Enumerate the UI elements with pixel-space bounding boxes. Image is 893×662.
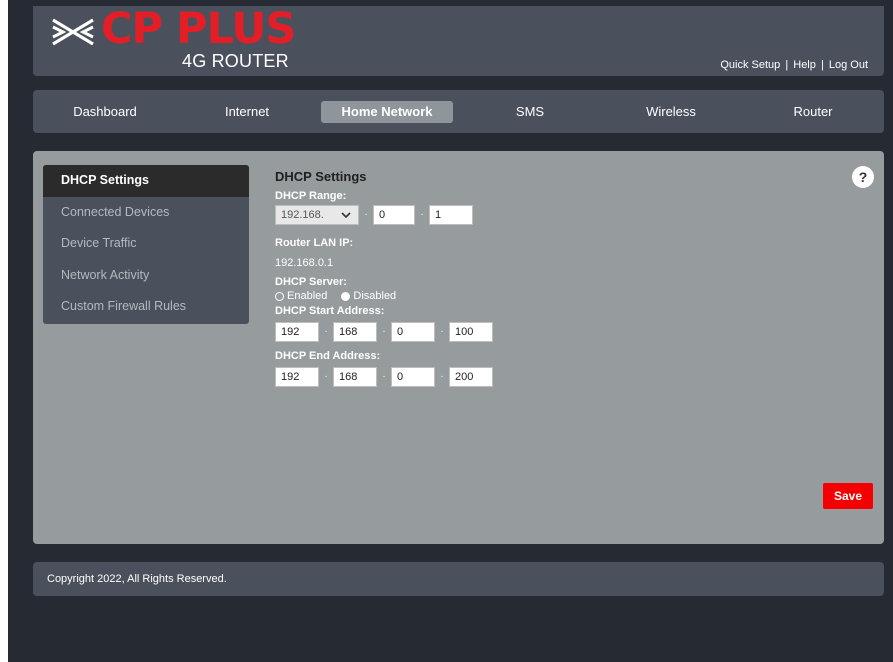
octet-separator: · — [440, 371, 444, 382]
sidebar-item-connected-devices[interactable]: Connected Devices — [43, 197, 249, 229]
dhcp-server-disabled-radio[interactable] — [341, 291, 351, 301]
nav-home-network[interactable]: Home Network — [321, 101, 453, 123]
dhcp-range-select[interactable]: 192.168. — [275, 205, 359, 225]
dhcp-start-octet1-input[interactable]: 192 — [275, 322, 319, 342]
dhcp-server-enabled-label: Enabled — [287, 290, 328, 302]
octet-separator: · — [324, 326, 328, 337]
dhcp-start-octet4-input[interactable]: 100 — [449, 322, 493, 342]
help-button[interactable]: ? — [852, 166, 874, 188]
chevron-down-icon — [341, 212, 351, 219]
octet-separator: · — [420, 209, 424, 220]
router-lan-ip-value: 192.168.0.1 — [275, 257, 334, 269]
link-separator: | — [820, 59, 824, 71]
dhcp-range-label: DHCP Range: — [275, 190, 347, 202]
dhcp-range-octet3-input[interactable]: 0 — [373, 205, 415, 225]
dhcp-range-octet4-input[interactable]: 1 — [429, 205, 473, 225]
octet-separator: · — [382, 326, 386, 337]
octet-separator: · — [440, 326, 444, 337]
dhcp-server-enabled-radio[interactable] — [275, 291, 284, 301]
dhcp-start-octet2-input[interactable]: 168 — [333, 322, 377, 342]
top-links: Quick Setup | Help | Log Out — [720, 59, 868, 71]
dhcp-range-select-value: 192.168. — [281, 209, 324, 221]
dhcp-server-disabled-label: Disabled — [353, 290, 397, 302]
main-nav: Dashboard Internet Home Network SMS Wire… — [33, 90, 884, 133]
dhcp-end-octet2-input[interactable]: 168 — [333, 367, 377, 387]
nav-dashboard[interactable]: Dashboard — [63, 101, 147, 123]
dhcp-start-label: DHCP Start Address: — [275, 305, 385, 317]
sidebar-item-device-traffic[interactable]: Device Traffic — [43, 228, 249, 260]
dhcp-range-row: 192.168. · 0 · 1 — [275, 205, 695, 225]
logo-text: CP PLUS — [101, 4, 296, 54]
form-title: DHCP Settings — [275, 169, 367, 184]
dhcp-server-radio-group: Enabled Disabled — [275, 290, 695, 302]
sidebar-item-dhcp-settings[interactable]: DHCP Settings — [43, 165, 249, 197]
sidebar-item-custom-firewall-rules[interactable]: Custom Firewall Rules — [43, 291, 249, 323]
logout-link[interactable]: Log Out — [829, 59, 868, 71]
dhcp-end-label: DHCP End Address: — [275, 350, 381, 362]
router-lan-ip-label: Router LAN IP: — [275, 237, 354, 249]
octet-separator: · — [382, 371, 386, 382]
nav-wireless[interactable]: Wireless — [638, 101, 704, 123]
content-panel: DHCP Settings Connected Devices Device T… — [33, 151, 884, 544]
dhcp-form: DHCP Settings DHCP Range: 192.168. · 0 ·… — [275, 169, 695, 387]
nav-internet[interactable]: Internet — [213, 101, 281, 123]
dhcp-server-label: DHCP Server: — [275, 276, 347, 288]
save-button[interactable]: Save — [823, 483, 873, 509]
nav-sms[interactable]: SMS — [508, 101, 552, 123]
logo-subtitle: 4G ROUTER — [182, 51, 289, 71]
quick-setup-link[interactable]: Quick Setup — [720, 59, 780, 71]
octet-separator: · — [364, 209, 368, 220]
left-edge-strip — [0, 0, 8, 662]
nav-router[interactable]: Router — [783, 101, 843, 123]
dhcp-end-octet4-input[interactable]: 200 — [449, 367, 493, 387]
dhcp-start-octet3-input[interactable]: 0 — [391, 322, 435, 342]
octet-separator: · — [324, 371, 328, 382]
link-separator: | — [785, 59, 789, 71]
sidebar-item-network-activity[interactable]: Network Activity — [43, 260, 249, 292]
dhcp-start-row: 192 · 168 · 0 · 100 — [275, 322, 695, 342]
logo-mark-icon — [52, 18, 94, 46]
copyright-text: Copyright 2022, All Rights Reserved. — [47, 573, 227, 585]
footer: Copyright 2022, All Rights Reserved. — [33, 562, 884, 596]
help-link[interactable]: Help — [793, 59, 816, 71]
sidebar: DHCP Settings Connected Devices Device T… — [43, 165, 249, 324]
header: CP PLUS 4G ROUTER Quick Setup | Help | L… — [33, 4, 884, 76]
dhcp-end-octet3-input[interactable]: 0 — [391, 367, 435, 387]
dhcp-end-octet1-input[interactable]: 192 — [275, 367, 319, 387]
dhcp-end-row: 192 · 168 · 0 · 200 — [275, 367, 695, 387]
